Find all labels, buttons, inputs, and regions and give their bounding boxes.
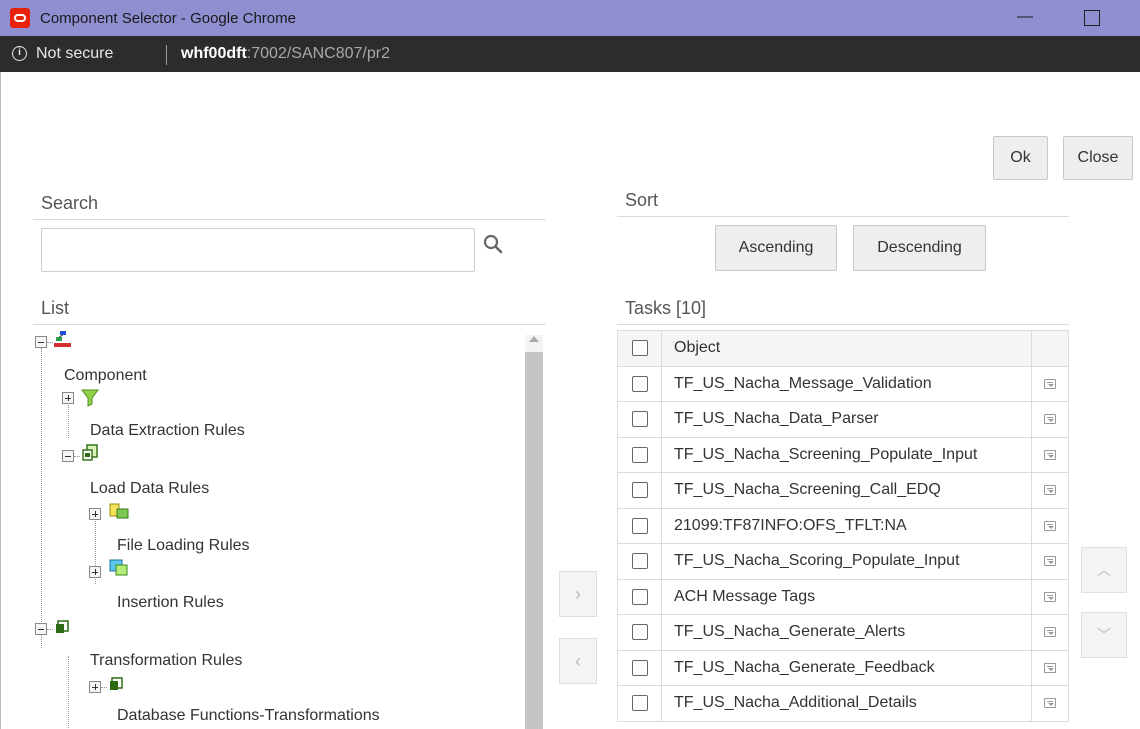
- tree-item-database-functions-transformations[interactable]: Database Functions-Transformations: [117, 707, 380, 725]
- tree-expand-toggle[interactable]: [89, 508, 101, 520]
- tree-collapse-toggle[interactable]: [35, 336, 47, 348]
- tree-scrollbar-thumb[interactable]: [525, 352, 543, 729]
- task-object-name: TF_US_Nacha_Message_Validation: [661, 365, 1032, 402]
- insertion-icon: [109, 559, 128, 576]
- tree-expand-toggle[interactable]: [89, 566, 101, 578]
- task-object-name: TF_US_Nacha_Screening_Populate_Input: [661, 436, 1032, 473]
- row-menu-icon[interactable]: [1044, 414, 1056, 425]
- move-up-button[interactable]: ︿: [1081, 547, 1127, 593]
- address-bar: [0, 36, 1140, 72]
- task-object-name: TF_US_Nacha_Generate_Feedback: [661, 649, 1032, 686]
- tree-item-data-extraction-rules[interactable]: Data Extraction Rules: [90, 422, 245, 440]
- tree-expand-toggle[interactable]: [89, 681, 101, 693]
- window-title: Component Selector - Google Chrome: [40, 10, 296, 27]
- table-row[interactable]: ACH Message Tags: [617, 578, 1069, 615]
- row-checkbox[interactable]: [631, 446, 648, 463]
- row-menu-icon[interactable]: [1044, 449, 1056, 460]
- row-checkbox[interactable]: [631, 624, 648, 641]
- table-row[interactable]: TF_US_Nacha_Scoring_Populate_Input: [617, 543, 1069, 580]
- tree-item-component[interactable]: Component: [64, 367, 147, 385]
- row-checkbox[interactable]: [631, 588, 648, 605]
- add-to-tasks-button[interactable]: ›: [559, 571, 597, 617]
- row-checkbox[interactable]: [631, 482, 648, 499]
- tree-expand-toggle[interactable]: [62, 392, 74, 404]
- table-row[interactable]: TF_US_Nacha_Data_Parser: [617, 401, 1069, 438]
- search-input[interactable]: [41, 228, 475, 272]
- search-icon[interactable]: [483, 234, 503, 256]
- maximize-button[interactable]: [1084, 10, 1100, 26]
- tree-item-insertion-rules[interactable]: Insertion Rules: [117, 594, 224, 612]
- row-menu-icon[interactable]: [1044, 556, 1056, 567]
- tree-collapse-toggle[interactable]: [35, 623, 47, 635]
- app-logo-icon: [10, 8, 30, 28]
- tasks-table: Object TF_US_Nacha_Message_Validation TF…: [617, 330, 1069, 722]
- list-divider: [33, 324, 546, 325]
- row-menu-icon[interactable]: [1044, 591, 1056, 602]
- search-divider: [33, 219, 546, 220]
- row-menu-icon[interactable]: [1044, 627, 1056, 638]
- url-host: whf00dft: [181, 45, 247, 62]
- row-checkbox[interactable]: [631, 411, 648, 428]
- table-row[interactable]: TF_US_Nacha_Additional_Details: [617, 685, 1069, 722]
- database-function-icon: [110, 677, 123, 690]
- column-header-actions: [1031, 330, 1069, 367]
- file-loading-icon: [109, 503, 129, 519]
- sort-label: Sort: [625, 190, 659, 210]
- select-all-checkbox[interactable]: [631, 340, 648, 357]
- list-label: List: [41, 298, 70, 318]
- row-menu-icon[interactable]: [1044, 662, 1056, 673]
- task-object-name: TF_US_Nacha_Data_Parser: [661, 401, 1032, 438]
- tasks-label: Tasks [10]: [625, 298, 707, 318]
- transformation-icon: [56, 620, 69, 633]
- task-object-name: TF_US_Nacha_Scoring_Populate_Input: [661, 543, 1032, 580]
- sort-ascending-button[interactable]: Ascending: [715, 225, 837, 271]
- address-separator: [166, 45, 167, 65]
- move-down-button[interactable]: ﹀: [1081, 612, 1127, 658]
- task-object-name: 21099:TF87INFO:OFS_TFLT:NA: [661, 507, 1032, 544]
- remove-from-tasks-button[interactable]: ‹: [559, 638, 597, 684]
- close-button[interactable]: Close: [1063, 136, 1133, 180]
- filter-icon: [81, 389, 99, 407]
- table-row[interactable]: TF_US_Nacha_Message_Validation: [617, 365, 1069, 402]
- security-indicator[interactable]: Not secure: [36, 45, 113, 63]
- info-icon[interactable]: i: [12, 46, 27, 61]
- table-header-row: Object: [617, 330, 1069, 367]
- row-menu-icon[interactable]: [1044, 378, 1056, 389]
- table-row[interactable]: TF_US_Nacha_Generate_Feedback: [617, 649, 1069, 686]
- row-checkbox[interactable]: [631, 659, 648, 676]
- hierarchy-icon: [54, 331, 71, 347]
- database-icon: [82, 444, 98, 461]
- select-all-cell: [617, 330, 662, 367]
- tree-item-file-loading-rules[interactable]: File Loading Rules: [117, 537, 250, 555]
- tree-item-load-data-rules[interactable]: Load Data Rules: [90, 480, 209, 498]
- row-checkbox[interactable]: [631, 375, 648, 392]
- ok-button[interactable]: Ok: [993, 136, 1048, 180]
- row-checkbox[interactable]: [631, 695, 648, 712]
- url-path: :7002/SANC807/pr2: [246, 45, 390, 62]
- scroll-up-arrow-icon[interactable]: [529, 336, 539, 342]
- url-field[interactable]: whf00dft:7002/SANC807/pr2: [181, 45, 390, 63]
- component-tree[interactable]: Component Data Extraction Rules Load Dat…: [33, 326, 543, 729]
- task-object-name: TF_US_Nacha_Screening_Call_EDQ: [661, 472, 1032, 509]
- row-checkbox[interactable]: [631, 517, 648, 534]
- task-object-name: ACH Message Tags: [661, 578, 1032, 615]
- tasks-divider: [617, 324, 1069, 325]
- tree-collapse-toggle[interactable]: [62, 450, 74, 462]
- column-header-object[interactable]: Object: [661, 330, 1032, 367]
- row-menu-icon[interactable]: [1044, 520, 1056, 531]
- sort-descending-button[interactable]: Descending: [853, 225, 986, 271]
- tree-item-transformation-rules[interactable]: Transformation Rules: [90, 652, 242, 670]
- row-checkbox[interactable]: [631, 553, 648, 570]
- table-row[interactable]: 21099:TF87INFO:OFS_TFLT:NA: [617, 507, 1069, 544]
- table-row[interactable]: TF_US_Nacha_Screening_Populate_Input: [617, 436, 1069, 473]
- table-row[interactable]: TF_US_Nacha_Generate_Alerts: [617, 614, 1069, 651]
- task-object-name: TF_US_Nacha_Additional_Details: [661, 685, 1032, 722]
- row-menu-icon[interactable]: [1044, 698, 1056, 709]
- task-object-name: TF_US_Nacha_Generate_Alerts: [661, 614, 1032, 651]
- search-label: Search: [41, 193, 99, 213]
- minimize-button[interactable]: —: [1014, 8, 1036, 28]
- row-menu-icon[interactable]: [1044, 485, 1056, 496]
- sort-divider: [617, 216, 1069, 217]
- table-row[interactable]: TF_US_Nacha_Screening_Call_EDQ: [617, 472, 1069, 509]
